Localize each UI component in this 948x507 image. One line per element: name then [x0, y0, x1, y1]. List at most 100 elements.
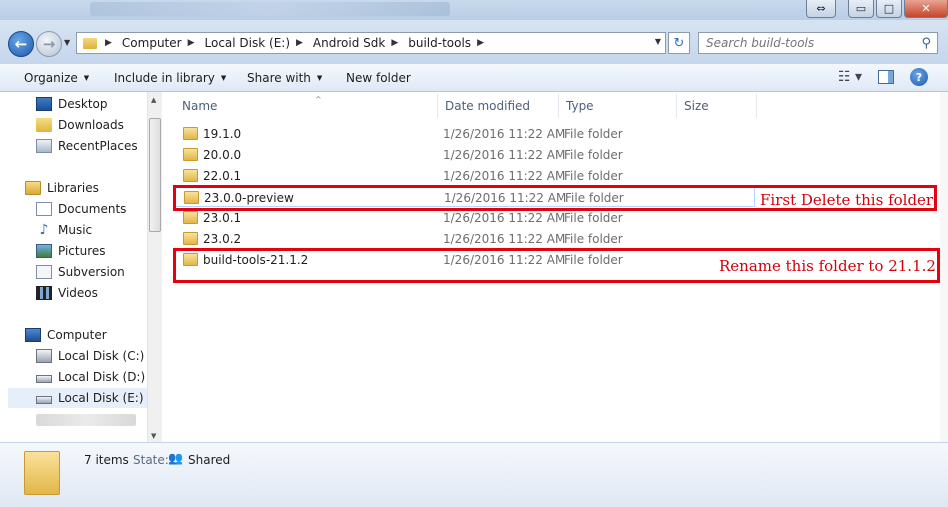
- navigation-pane: Desktop Downloads RecentPlaces Libraries…: [0, 92, 162, 442]
- nav-item-pictures[interactable]: Pictures: [36, 241, 106, 261]
- nav-item-documents[interactable]: Documents: [36, 199, 126, 219]
- address-dropdown-icon[interactable]: ▼: [655, 37, 661, 46]
- column-label: Date modified: [445, 99, 531, 113]
- nav-item-subversion[interactable]: Subversion: [36, 262, 125, 282]
- nav-item-music[interactable]: ♪ Music: [36, 220, 93, 240]
- nav-item-drive-e[interactable]: Local Disk (E:): [8, 388, 147, 408]
- nav-label: Subversion: [58, 265, 125, 279]
- nav-item-recentplaces[interactable]: RecentPlaces: [36, 136, 138, 156]
- organize-label: Organize: [24, 70, 78, 85]
- folder-icon: [183, 148, 198, 161]
- documents-icon: [36, 202, 52, 216]
- content-scrollbar[interactable]: [940, 92, 948, 442]
- annotation-rename-text: Rename this folder to 21.1.2: [719, 257, 936, 275]
- chevron-down-icon: ▼: [83, 73, 90, 82]
- file-type: File folder: [564, 127, 623, 141]
- folder-icon: [183, 211, 198, 224]
- folder-icon: [183, 127, 198, 140]
- column-label: Size: [684, 99, 709, 113]
- recent-pages-dropdown-icon[interactable]: ▼: [64, 38, 70, 47]
- breadcrumb-android-sdk[interactable]: Android Sdk ▶: [313, 36, 404, 50]
- state-value: Shared: [188, 453, 231, 467]
- organize-button[interactable]: Organize ▼: [24, 64, 89, 92]
- file-row[interactable]: 23.0.2 1/26/2016 11:22 AM File folder: [175, 229, 755, 249]
- breadcrumb-separator[interactable]: ▶: [103, 38, 118, 48]
- nav-item-computer[interactable]: Computer: [25, 325, 107, 345]
- file-list-pane: Name ^ Date modified Type Size 19.1.0 1/26…: [163, 92, 948, 442]
- scrollbar-thumb[interactable]: [149, 118, 161, 232]
- address-bar[interactable]: ▶ Computer ▶ Local Disk (E:) ▶ Android Sdk…: [76, 32, 666, 54]
- minimize-button[interactable]: ▭: [848, 0, 874, 18]
- maximize-button[interactable]: □: [876, 0, 902, 18]
- close-button[interactable]: ✕: [904, 0, 948, 18]
- forward-button[interactable]: →: [36, 31, 62, 57]
- scroll-up-icon[interactable]: ▲: [151, 96, 156, 104]
- view-controls: ☷ ▾ ?: [838, 68, 928, 86]
- large-folder-icon: [24, 451, 60, 495]
- help-icon[interactable]: ?: [910, 68, 928, 86]
- nav-item-drive-d[interactable]: Local Disk (D:): [36, 367, 145, 387]
- file-row[interactable]: 20.0.0 1/26/2016 11:22 AM File folder: [175, 145, 755, 165]
- window-controls: ⇔ ▭ □ ✕: [806, 0, 948, 18]
- drive-icon: [36, 396, 52, 404]
- share-with-button[interactable]: Share with ▼: [247, 64, 322, 92]
- back-button[interactable]: ←: [8, 31, 34, 57]
- nav-label: Pictures: [58, 244, 106, 258]
- column-header-date-modified[interactable]: Date modified: [438, 94, 559, 118]
- search-icon[interactable]: ⚲: [921, 36, 931, 51]
- file-name: 23.0.2: [203, 232, 242, 246]
- scroll-down-icon[interactable]: ▼: [151, 432, 156, 440]
- folder-icon: [183, 232, 198, 245]
- nav-item-drive-c[interactable]: Local Disk (C:): [36, 346, 144, 366]
- nav-label: Documents: [58, 202, 127, 216]
- change-view-icon[interactable]: ☷ ▾: [838, 69, 862, 85]
- resize-icon[interactable]: ⇔: [806, 0, 836, 18]
- subversion-icon: [36, 265, 52, 279]
- nav-item-videos[interactable]: Videos: [36, 283, 98, 303]
- nav-label: Libraries: [47, 181, 99, 195]
- file-date: 1/26/2016 11:22 AM: [443, 169, 566, 183]
- file-type: File folder: [564, 148, 623, 162]
- search-box[interactable]: ⚲: [698, 32, 938, 54]
- folder-icon: [36, 118, 52, 132]
- breadcrumb-computer[interactable]: Computer ▶: [122, 36, 201, 50]
- nav-item-desktop[interactable]: Desktop: [36, 94, 108, 114]
- chevron-down-icon: ▼: [316, 73, 323, 82]
- preview-pane-icon[interactable]: [878, 70, 894, 84]
- command-bar: Organize ▼ Include in library ▼ Share with…: [0, 64, 948, 92]
- nav-item-downloads[interactable]: Downloads: [36, 115, 124, 135]
- computer-icon: [25, 328, 41, 342]
- file-date: 1/26/2016 11:22 AM: [443, 232, 566, 246]
- file-row[interactable]: 22.0.1 1/26/2016 11:22 AM File folder: [175, 166, 755, 186]
- nav-label: Local Disk (D:): [58, 370, 146, 384]
- title-bar: ⇔ ▭ □ ✕: [0, 0, 948, 20]
- column-header-name[interactable]: Name ^: [175, 94, 438, 118]
- videos-icon: [36, 286, 52, 300]
- breadcrumb-label: Computer: [121, 36, 182, 50]
- nav-label: Downloads: [58, 118, 124, 132]
- nav-item-libraries[interactable]: Libraries: [25, 178, 99, 198]
- include-in-library-button[interactable]: Include in library ▼: [114, 64, 226, 92]
- file-name: 23.0.1: [203, 211, 242, 225]
- nav-scrollbar[interactable]: ▲ ▼: [147, 92, 162, 442]
- music-icon: ♪: [39, 222, 49, 238]
- breadcrumb-local-disk-e[interactable]: Local Disk (E:) ▶: [205, 36, 309, 50]
- new-folder-button[interactable]: New folder: [346, 64, 411, 92]
- column-header-type[interactable]: Type: [559, 94, 677, 118]
- pictures-icon: [36, 244, 52, 258]
- column-header-size[interactable]: Size: [677, 94, 757, 118]
- state-label: State:: [133, 453, 169, 467]
- file-row[interactable]: 23.0.1 1/26/2016 11:22 AM File folder: [175, 208, 755, 228]
- file-name: 22.0.1: [203, 169, 242, 183]
- file-row[interactable]: 19.1.0 1/26/2016 11:22 AM File folder: [175, 124, 755, 144]
- file-date: 1/26/2016 11:22 AM: [443, 211, 566, 225]
- file-type: File folder: [564, 232, 623, 246]
- search-input[interactable]: [706, 36, 906, 50]
- refresh-icon[interactable]: ↻: [668, 32, 690, 54]
- breadcrumb-label: build-tools: [408, 36, 472, 50]
- file-name: 20.0.0: [203, 148, 242, 162]
- desktop-icon: [36, 97, 52, 111]
- breadcrumb-label: Local Disk (E:): [204, 36, 291, 50]
- file-type: File folder: [564, 211, 623, 225]
- breadcrumb-build-tools[interactable]: build-tools ▶: [408, 36, 490, 50]
